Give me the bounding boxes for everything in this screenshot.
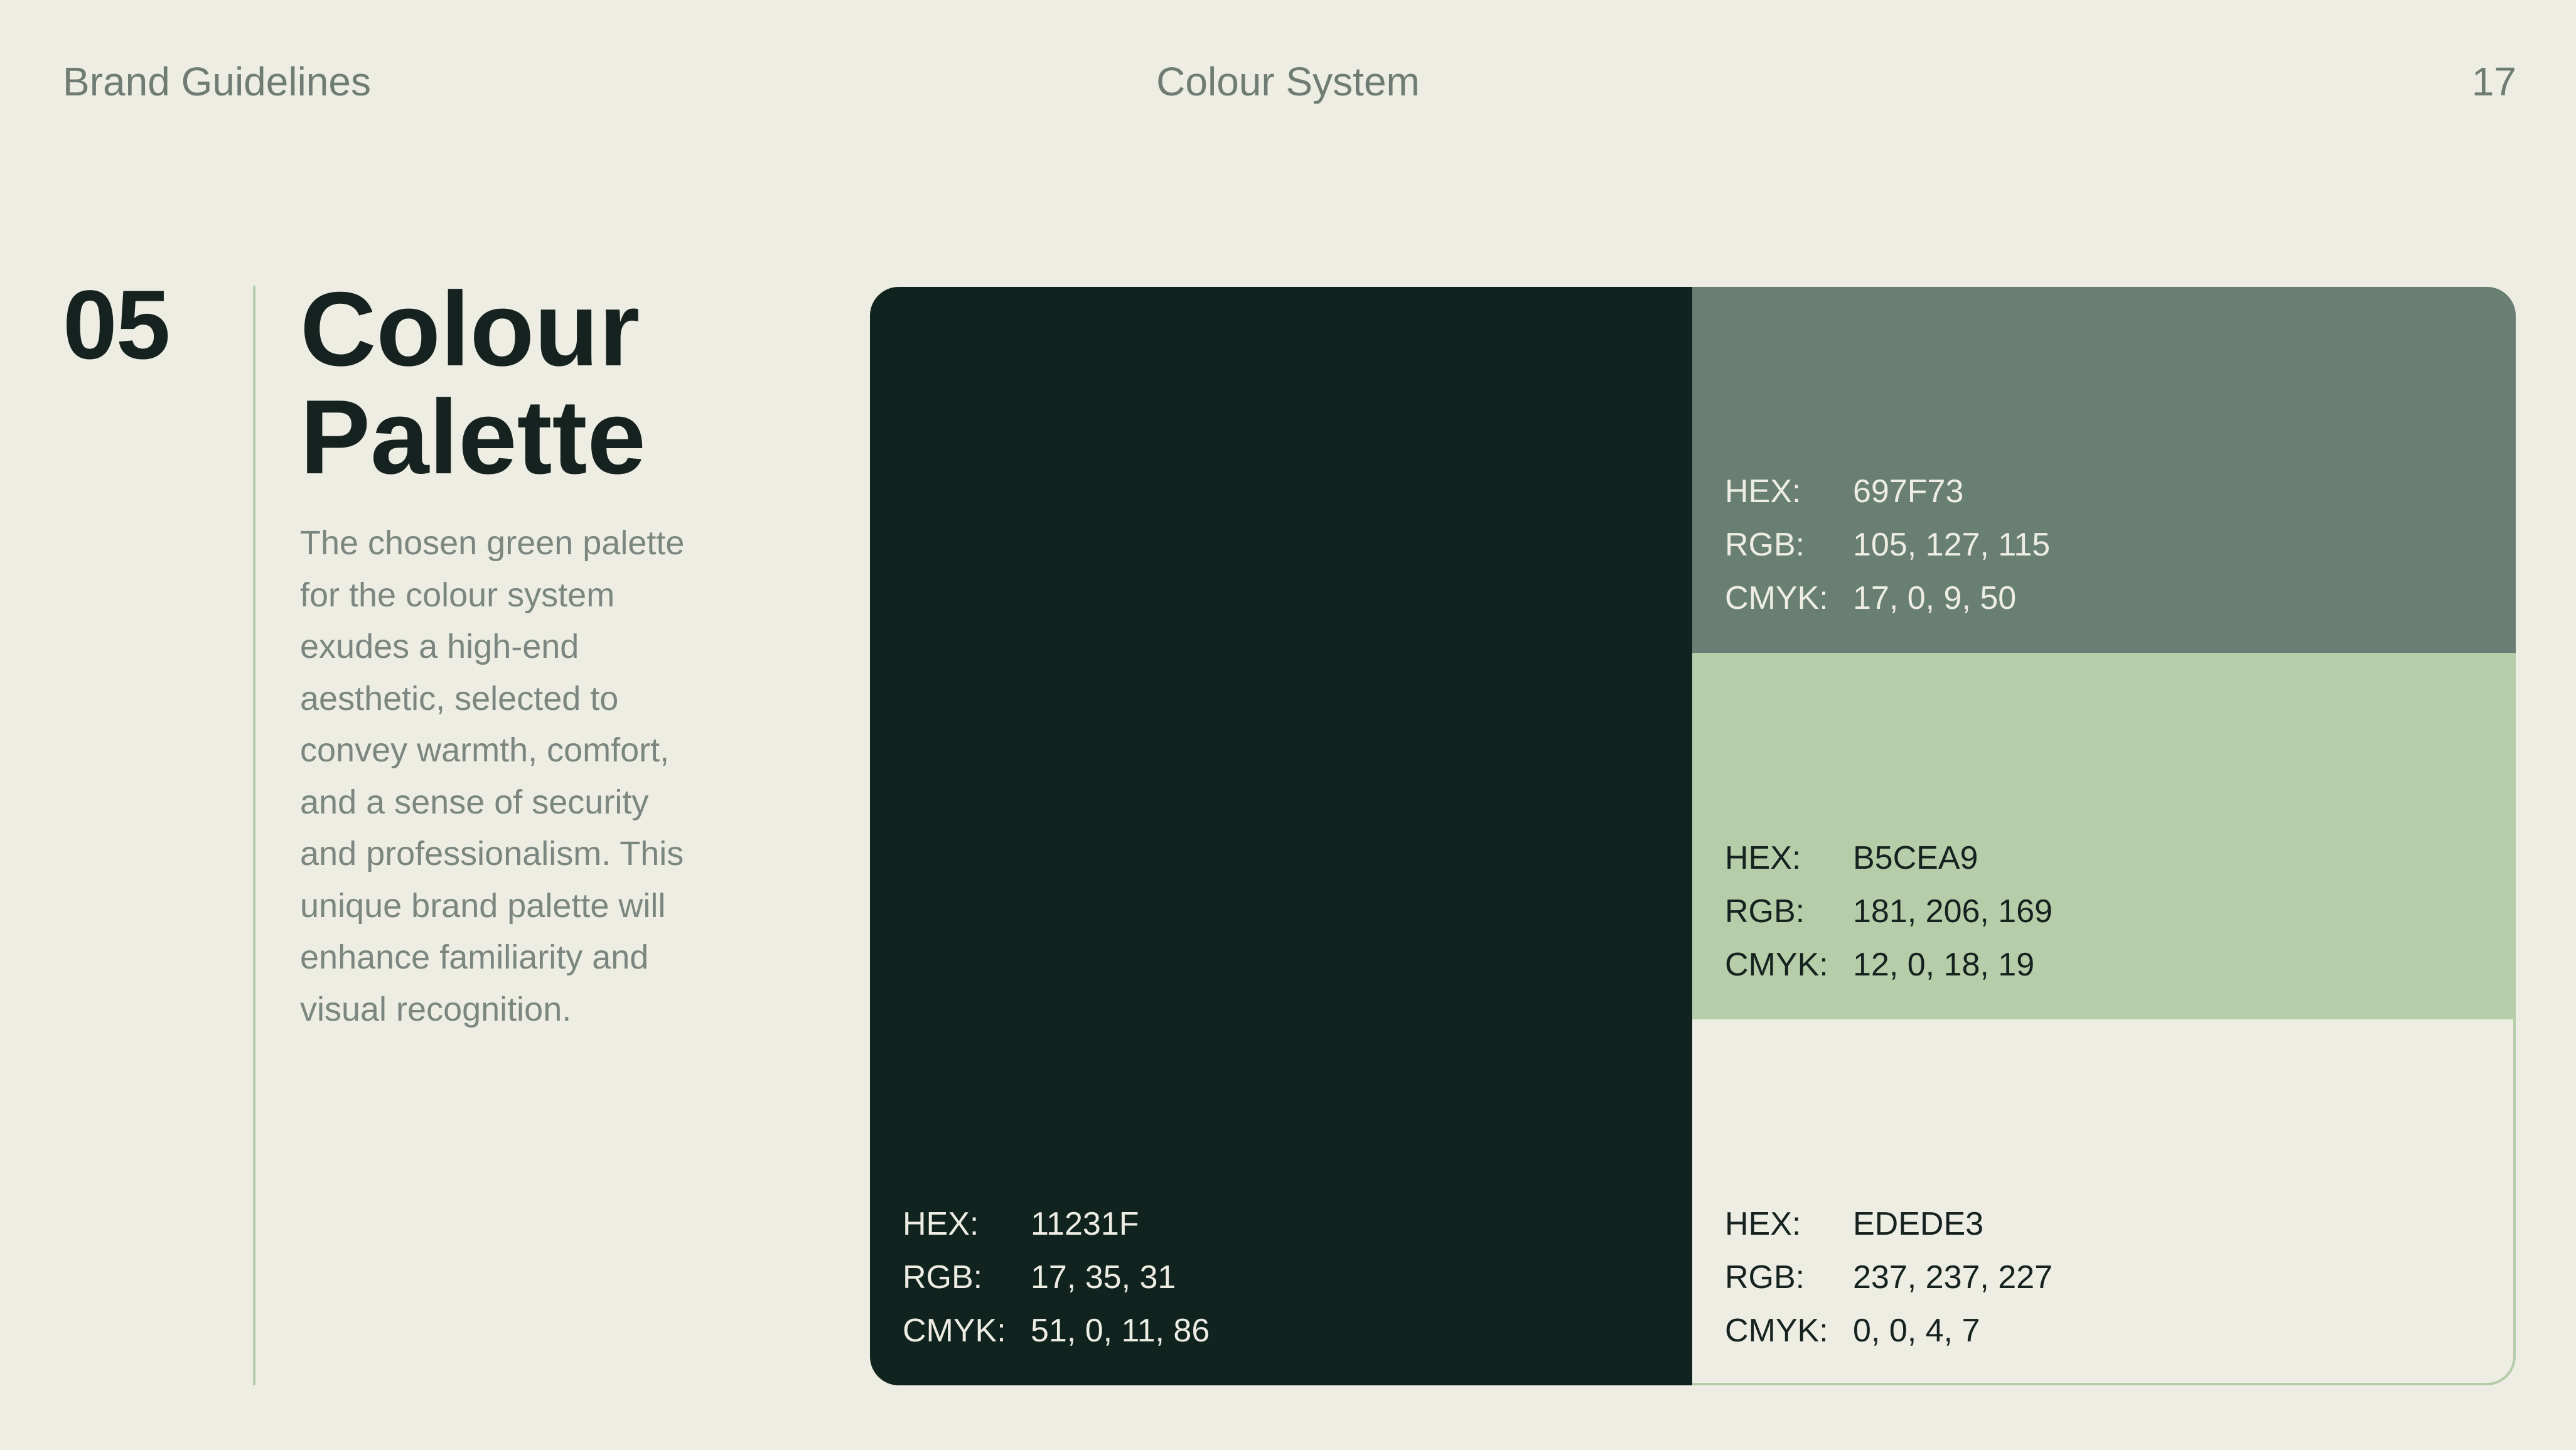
rgb-row: RGB: 105, 127, 115 (1725, 518, 2050, 572)
rgb-label: RGB: (1725, 527, 1805, 563)
colour-palette-card: HEX: 11231F RGB: 17, 35, 31 CMYK: 51, 0,… (870, 287, 2516, 1385)
section-number: 05 (63, 271, 171, 380)
colour-codes: HEX: B5CEA9 RGB: 181, 206, 169 CMYK: 12,… (1725, 832, 2053, 992)
cmyk-value: 17, 0, 9, 50 (1853, 580, 2017, 616)
rgb-value: 17, 35, 31 (1031, 1259, 1176, 1296)
swatch-sage-green: HEX: 697F73 RGB: 105, 127, 115 CMYK: 17,… (1692, 287, 2516, 653)
colour-codes: HEX: 697F73 RGB: 105, 127, 115 CMYK: 17,… (1725, 465, 2050, 625)
rgb-label: RGB: (1725, 1259, 1805, 1296)
cmyk-value: 12, 0, 18, 19 (1853, 947, 2035, 983)
hex-label: HEX: (1725, 473, 1801, 510)
swatch-cream: HEX: EDEDE3 RGB: 237, 237, 227 CMYK: 0, … (1692, 1019, 2516, 1385)
header-section-name: Colour System (1156, 59, 1420, 104)
section-description: The chosen green palette for the colour … (300, 524, 685, 1028)
cmyk-row: CMYK: 0, 0, 4, 7 (1725, 1304, 2053, 1358)
hex-row: HEX: 697F73 (1725, 465, 2050, 518)
header-brand-guidelines: Brand Guidelines (63, 59, 371, 104)
title-line-2: Palette (300, 378, 646, 496)
page-number: 17 (2471, 59, 2516, 104)
hex-value: B5CEA9 (1853, 840, 1978, 876)
rgb-value: 181, 206, 169 (1853, 893, 2053, 930)
rgb-value: 105, 127, 115 (1853, 527, 2051, 563)
cmyk-value: 51, 0, 11, 86 (1031, 1313, 1210, 1349)
rgb-label: RGB: (1725, 893, 1805, 930)
rgb-value: 237, 237, 227 (1853, 1259, 2053, 1296)
cmyk-label: CMYK: (1725, 580, 1828, 616)
rgb-row: RGB: 181, 206, 169 (1725, 885, 2053, 938)
cmyk-row: CMYK: 12, 0, 18, 19 (1725, 938, 2053, 992)
colour-codes: HEX: EDEDE3 RGB: 237, 237, 227 CMYK: 0, … (1725, 1198, 2053, 1358)
swatch-dark-green: HEX: 11231F RGB: 17, 35, 31 CMYK: 51, 0,… (870, 287, 1692, 1385)
cmyk-label: CMYK: (903, 1313, 1006, 1349)
section-title: Colour Palette (300, 275, 802, 491)
hex-value: 697F73 (1853, 473, 1964, 510)
vertical-divider (253, 286, 255, 1385)
rgb-row: RGB: 237, 237, 227 (1725, 1251, 2053, 1304)
rgb-row: RGB: 17, 35, 31 (903, 1251, 1210, 1304)
hex-row: HEX: B5CEA9 (1725, 832, 2053, 885)
hex-row: HEX: EDEDE3 (1725, 1198, 2053, 1251)
colour-codes: HEX: 11231F RGB: 17, 35, 31 CMYK: 51, 0,… (903, 1198, 1210, 1358)
hex-row: HEX: 11231F (903, 1198, 1210, 1251)
rgb-label: RGB: (903, 1259, 983, 1296)
hex-value: EDEDE3 (1853, 1206, 1984, 1242)
hex-value: 11231F (1031, 1206, 1139, 1242)
cmyk-label: CMYK: (1725, 1313, 1828, 1349)
hex-label: HEX: (903, 1206, 979, 1242)
hex-label: HEX: (1725, 840, 1801, 876)
cmyk-value: 0, 0, 4, 7 (1853, 1313, 1980, 1349)
title-line-1: Colour (300, 270, 640, 388)
cmyk-row: CMYK: 51, 0, 11, 86 (903, 1304, 1210, 1358)
swatch-mint-green: HEX: B5CEA9 RGB: 181, 206, 169 CMYK: 12,… (1692, 653, 2516, 1019)
cmyk-label: CMYK: (1725, 947, 1828, 983)
cmyk-row: CMYK: 17, 0, 9, 50 (1725, 572, 2050, 625)
hex-label: HEX: (1725, 1206, 1801, 1242)
